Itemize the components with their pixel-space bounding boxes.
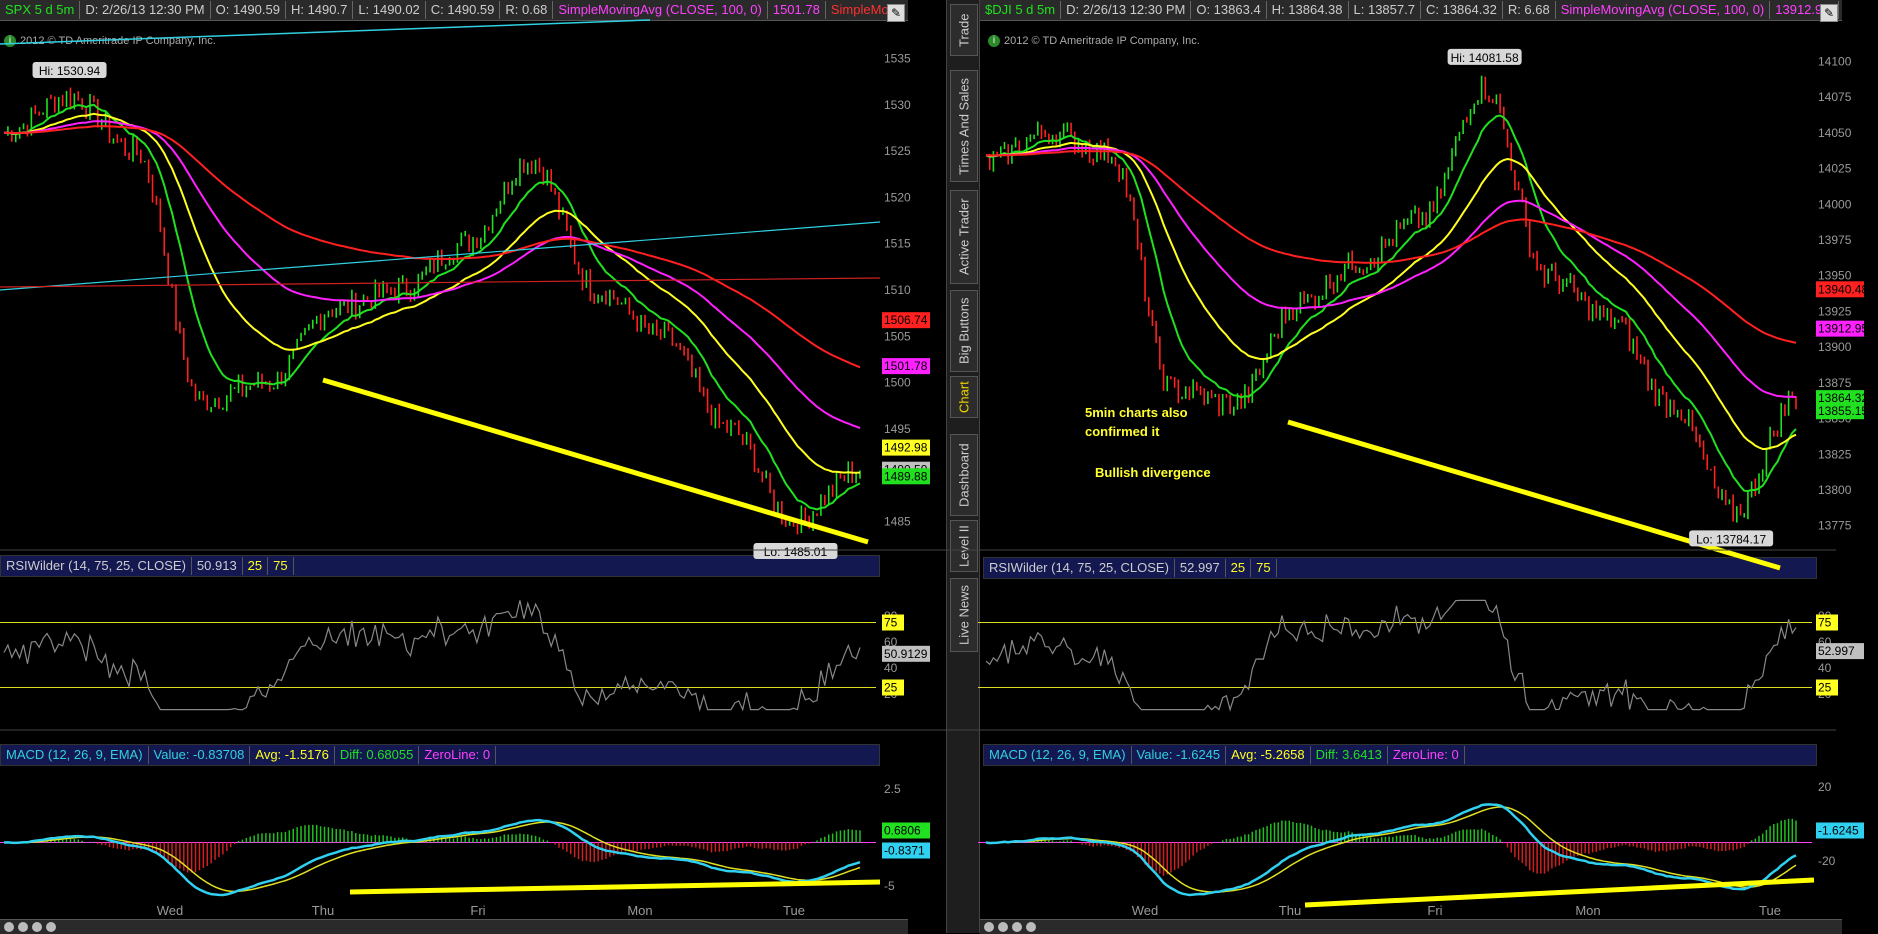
left-rsi-tag-75: 75 <box>884 616 898 630</box>
right-lo-label: Lo: 13784.17 <box>1696 532 1766 546</box>
left-rsi-line <box>3 600 861 712</box>
right-day-label-Wed: Wed <box>1132 903 1159 918</box>
left-price-tick-1520: 1520 <box>884 190 911 204</box>
right-rsi-tag-52.997: 52.997 <box>1818 644 1855 658</box>
left-hi-label: Hi: 1530.94 <box>39 64 101 78</box>
left-price-tick-1525: 1525 <box>884 144 911 158</box>
right-macd-tick-20: 20 <box>1818 780 1832 794</box>
right-day-label-Mon: Mon <box>1575 903 1600 918</box>
left-day-label-Thu: Thu <box>312 903 334 918</box>
right-price-tick-14100: 14100 <box>1818 54 1852 68</box>
left-moving-average-4 <box>4 125 861 369</box>
left-price-tick-1530: 1530 <box>884 98 911 112</box>
left-rsi-tag-25: 25 <box>884 681 898 695</box>
right-rsi-tag-25: 25 <box>1818 681 1832 695</box>
left-price-tag-1492.98: 1492.98 <box>884 441 928 455</box>
left-rsi-tick-40: 40 <box>884 661 898 675</box>
charts-canvas: 1535153015251520151515101505150014951490… <box>0 19 1868 918</box>
right-hi-label: Hi: 14081.58 <box>1451 51 1519 65</box>
right-price-tick-13950: 13950 <box>1818 269 1852 283</box>
right-price-tick-13875: 13875 <box>1818 376 1852 390</box>
right-rsi-tick-40: 40 <box>1818 661 1832 675</box>
left-price-tag-1506.74: 1506.74 <box>884 313 928 327</box>
right-price-tick-14050: 14050 <box>1818 126 1852 140</box>
right-price-tick-14025: 14025 <box>1818 162 1852 176</box>
left-price-tick-1535: 1535 <box>884 52 911 66</box>
left-rsi-tag-50.9129: 50.9129 <box>884 647 928 661</box>
right-moving-average-1 <box>985 114 1797 493</box>
left-macd-tick-2.5: 2.5 <box>884 782 901 796</box>
right-price-tick-13800: 13800 <box>1818 483 1852 497</box>
left-lo-label: Lo: 1485.01 <box>764 545 828 559</box>
left-price-tick-1505: 1505 <box>884 329 911 343</box>
left-macd-trendline <box>349 879 881 895</box>
right-macd-trendline <box>1304 877 1815 908</box>
left-moving-average-2 <box>3 112 861 474</box>
left-macd-histogram <box>7 824 861 873</box>
right-macd-tag--1.6245: -1.6245 <box>1818 824 1859 838</box>
right-price-tick-13825: 13825 <box>1818 447 1852 461</box>
right-rsi-line <box>985 599 1797 712</box>
right-day-label-Fri: Fri <box>1427 903 1442 918</box>
right-moving-average-3 <box>985 146 1797 398</box>
left-moving-average-1 <box>3 103 861 511</box>
right-moving-average-4 <box>985 149 1797 344</box>
right-day-label-Tue: Tue <box>1759 903 1781 918</box>
left-macd-tag-0.6806: 0.6806 <box>884 824 921 838</box>
left-price-tick-1495: 1495 <box>884 422 911 436</box>
left-price-tag-1501.78: 1501.78 <box>884 359 928 373</box>
right-price-tag-13855.15: 13855.15 <box>1818 404 1868 418</box>
right-price-tick-13775: 13775 <box>1818 519 1852 533</box>
left-day-label-Wed: Wed <box>157 903 184 918</box>
right-price-tick-13925: 13925 <box>1818 304 1852 318</box>
right-day-label-Thu: Thu <box>1279 903 1301 918</box>
left-macd-tag--0.8371: -0.8371 <box>884 844 925 858</box>
right-price-tick-14000: 14000 <box>1818 197 1852 211</box>
left-price-tick-1515: 1515 <box>884 237 911 251</box>
left-macd-signal-line <box>4 821 861 893</box>
left-moving-average-3 <box>4 120 861 429</box>
left-price-tick-1500: 1500 <box>884 376 911 390</box>
left-price-trendline <box>322 377 869 545</box>
right-price-tag-13864.32: 13864.32 <box>1818 391 1868 405</box>
right-macd-histogram <box>988 818 1797 876</box>
right-price-tick-13900: 13900 <box>1818 340 1852 354</box>
left-candles <box>7 87 861 535</box>
left-day-label-Mon: Mon <box>627 903 652 918</box>
left-price-tick-1510: 1510 <box>884 283 911 297</box>
right-macd-tick--20: -20 <box>1818 854 1836 868</box>
left-price-tag-1489.88: 1489.88 <box>884 469 928 483</box>
right-price-tick-14075: 14075 <box>1818 90 1852 104</box>
left-macd-tick--5: -5 <box>884 879 895 893</box>
right-price-tag-13912.95: 13912.95 <box>1818 322 1868 336</box>
right-price-tick-13975: 13975 <box>1818 233 1852 247</box>
right-rsi-tag-75: 75 <box>1818 616 1832 630</box>
left-cyan-upper-line <box>0 19 651 45</box>
right-price-tag-13940.48: 13940.48 <box>1818 282 1868 296</box>
left-day-label-Tue: Tue <box>783 903 805 918</box>
left-price-tick-1485: 1485 <box>884 514 911 528</box>
left-day-label-Fri: Fri <box>470 903 485 918</box>
